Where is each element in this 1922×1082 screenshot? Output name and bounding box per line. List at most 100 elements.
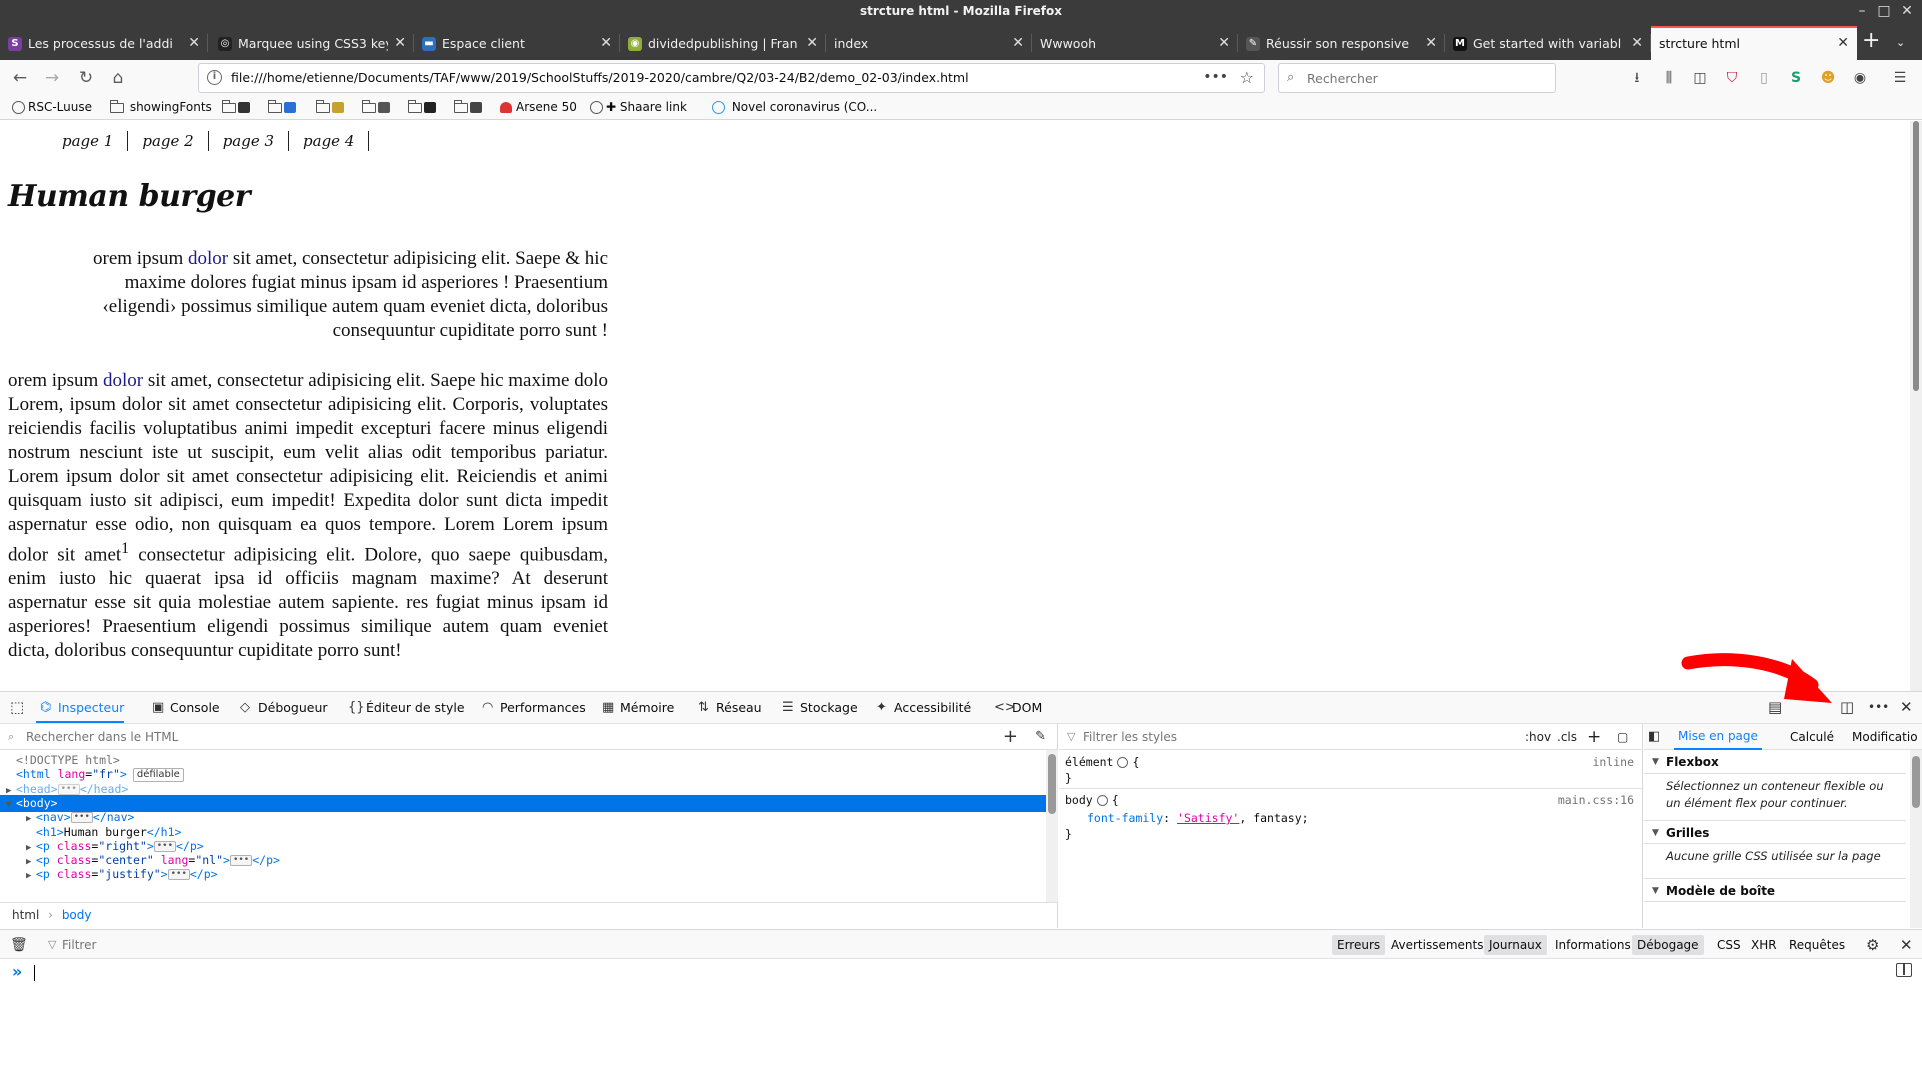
url-bar[interactable]: i file:///home/etienne/Documents/TAF/www… bbox=[198, 63, 1265, 93]
breadcrumb-body[interactable]: body bbox=[62, 908, 92, 922]
reader-icon[interactable]: ▯ bbox=[1754, 68, 1774, 88]
dolor-link[interactable]: dolor bbox=[188, 248, 228, 269]
search-bar[interactable]: ⌕ bbox=[1278, 63, 1556, 93]
page-link-1[interactable]: page 1 bbox=[48, 131, 129, 151]
bookmark-folder-3[interactable] bbox=[222, 96, 254, 118]
element-picker-icon[interactable]: ⬚ bbox=[10, 692, 24, 723]
tab-close-icon[interactable]: ✕ bbox=[188, 26, 200, 60]
console-input-row[interactable]: » bbox=[0, 959, 1922, 987]
tab-close-icon[interactable]: ✕ bbox=[1425, 26, 1437, 60]
page-link-3[interactable]: page 3 bbox=[209, 131, 290, 151]
tab-close-icon[interactable]: ✕ bbox=[806, 26, 818, 60]
bookmark-arsene-50[interactable]: Arsene 50 bbox=[500, 96, 577, 118]
console-filter-journaux[interactable]: Journaux bbox=[1484, 935, 1547, 955]
bookmark-folder-8[interactable] bbox=[454, 96, 486, 118]
print-media-icon[interactable]: ▢ bbox=[1617, 724, 1628, 750]
markup-scrollbar-thumb[interactable] bbox=[1048, 754, 1056, 814]
devtools-tab-mémoire[interactable]: ▦ Mémoire bbox=[598, 692, 674, 723]
font-family-declaration[interactable]: font-family: 'Satisfy', fantasy; bbox=[1087, 810, 1309, 827]
browser-tab[interactable]: index ✕ bbox=[826, 26, 1032, 60]
trash-icon[interactable]: 🗑 bbox=[10, 930, 28, 960]
bookmark-folder-7[interactable] bbox=[408, 96, 440, 118]
console-settings-gear-icon[interactable]: ⚙ bbox=[1866, 930, 1879, 960]
console-filter-css[interactable]: CSS bbox=[1712, 935, 1746, 955]
devtools-tab-éditeur-de-style[interactable]: {} Éditeur de style bbox=[344, 692, 465, 723]
devtools-tab-réseau[interactable]: ⇅ Réseau bbox=[694, 692, 762, 723]
tab-close-icon[interactable]: ✕ bbox=[394, 26, 406, 60]
browser-tab[interactable]: ◉ dividedpublishing | Fran ✕ bbox=[620, 26, 826, 60]
devtools-close-icon[interactable]: ✕ bbox=[1900, 692, 1913, 723]
sidebar-icon[interactable]: ◫ bbox=[1690, 68, 1710, 88]
add-node-icon[interactable]: + bbox=[1003, 724, 1018, 750]
markup-search-input[interactable] bbox=[26, 728, 926, 746]
dock-icon[interactable]: ◫ bbox=[1840, 692, 1854, 723]
back-icon[interactable]: ← bbox=[8, 66, 32, 90]
font-value-link[interactable]: 'Satisfy' bbox=[1177, 811, 1239, 825]
devtools-tab-accessibilité[interactable]: ✦ Accessibilité bbox=[872, 692, 971, 723]
devtools-tab-performances[interactable]: ◠ Performances bbox=[478, 692, 586, 723]
layout-scrollbar-thumb[interactable] bbox=[1912, 756, 1920, 808]
devtools-tab-inspecteur[interactable]: ⌬ Inspecteur bbox=[36, 692, 125, 723]
library-icon[interactable]: ⫼ bbox=[1659, 68, 1679, 88]
add-rule-button[interactable]: + bbox=[1587, 724, 1601, 750]
console-filter-requêtes[interactable]: Requêtes bbox=[1784, 935, 1850, 955]
body-rule-source[interactable]: main.css:16 bbox=[1558, 792, 1634, 809]
eyedropper-icon[interactable]: ✎ bbox=[1035, 724, 1046, 750]
bookmark-folder-6[interactable] bbox=[362, 96, 394, 118]
new-tab-button[interactable]: + bbox=[1862, 28, 1880, 54]
page-link-4[interactable]: page 4 bbox=[289, 131, 370, 151]
browser-tab[interactable]: Wwwooh ✕ bbox=[1032, 26, 1238, 60]
toggle-sidebar-icon[interactable]: ◧ bbox=[1648, 724, 1660, 750]
tab-close-icon[interactable]: ✕ bbox=[1012, 26, 1024, 60]
grids-section-header[interactable]: ▼ Grilles bbox=[1644, 820, 1906, 844]
browser-tab[interactable]: ✎ Réussir son responsive ✕ bbox=[1238, 26, 1445, 60]
devtools-tab-stockage[interactable]: ☰ Stockage bbox=[778, 692, 858, 723]
browser-tab[interactable]: strcture html ✕ bbox=[1651, 26, 1857, 60]
tab-list-icon[interactable]: ⌄ bbox=[1896, 30, 1905, 56]
cls-button[interactable]: .cls bbox=[1557, 724, 1577, 750]
page-actions-icon[interactable]: ••• bbox=[1203, 64, 1228, 90]
devtools-tab-dom[interactable]: <> DOM bbox=[990, 692, 1042, 723]
hov-button[interactable]: :hov bbox=[1525, 724, 1551, 750]
browser-tab[interactable]: M Get started with variabl ✕ bbox=[1445, 26, 1651, 60]
tab-computed[interactable]: Calculé bbox=[1790, 724, 1834, 750]
reload-icon[interactable]: ↻ bbox=[74, 66, 98, 90]
sync-icon[interactable]: S bbox=[1786, 68, 1806, 88]
layout-scrollbar[interactable] bbox=[1910, 750, 1922, 928]
split-console-icon[interactable] bbox=[1896, 963, 1912, 977]
forward-icon[interactable]: → bbox=[40, 66, 64, 90]
bookmark-rsc-luuse[interactable]: RSC-Luuse bbox=[12, 96, 92, 118]
search-input[interactable] bbox=[1307, 68, 1547, 88]
console-close-icon[interactable]: ✕ bbox=[1900, 930, 1913, 960]
url-text[interactable]: file:///home/etienne/Documents/TAF/www/2… bbox=[231, 64, 969, 92]
account-icon[interactable]: ◉ bbox=[1850, 68, 1870, 88]
filter-styles-input[interactable] bbox=[1083, 728, 1443, 746]
close-window-button[interactable]: ✕ bbox=[1897, 0, 1917, 22]
tab-close-icon[interactable]: ✕ bbox=[1631, 26, 1643, 60]
bookmark-folder-4[interactable] bbox=[268, 96, 300, 118]
devtools-tab-console[interactable]: ▣ Console bbox=[148, 692, 220, 723]
dolor-link[interactable]: dolor bbox=[103, 370, 143, 391]
console-filter-xhr[interactable]: XHR bbox=[1746, 935, 1782, 955]
devtools-tab-débogueur[interactable]: ◇ Débogueur bbox=[236, 692, 328, 723]
devtools-more-icon[interactable]: ••• bbox=[1868, 692, 1889, 723]
page-scrollbar-thumb[interactable] bbox=[1913, 121, 1919, 391]
page-scrollbar[interactable] bbox=[1910, 121, 1922, 691]
console-filter-informations[interactable]: Informations bbox=[1550, 935, 1636, 955]
home-icon[interactable]: ⌂ bbox=[106, 66, 130, 90]
minimize-button[interactable]: – bbox=[1852, 0, 1872, 22]
page-link-2[interactable]: page 2 bbox=[128, 131, 209, 151]
site-info-icon[interactable]: i bbox=[207, 70, 222, 85]
tab-layout[interactable]: Mise en page bbox=[1674, 724, 1762, 750]
bookmark-star-icon[interactable]: ☆ bbox=[1240, 64, 1254, 92]
ublock-icon[interactable]: ⛉ bbox=[1722, 68, 1742, 88]
browser-tab[interactable]: S Les processus de l'addi ✕ bbox=[0, 26, 208, 60]
tab-close-icon[interactable]: ✕ bbox=[1218, 26, 1230, 60]
download-icon[interactable]: ⭳ bbox=[1627, 68, 1647, 88]
extension-icon[interactable]: ☻ bbox=[1818, 68, 1838, 88]
bookmark-showingfonts[interactable]: showingFonts bbox=[110, 96, 212, 118]
markup-node-p[interactable]: ▶ <p class="justify"> ••• </p> bbox=[0, 866, 1046, 883]
gear-icon[interactable] bbox=[1117, 757, 1129, 768]
breadcrumb-html[interactable]: html bbox=[12, 908, 39, 922]
console-filter-input[interactable] bbox=[62, 936, 362, 954]
